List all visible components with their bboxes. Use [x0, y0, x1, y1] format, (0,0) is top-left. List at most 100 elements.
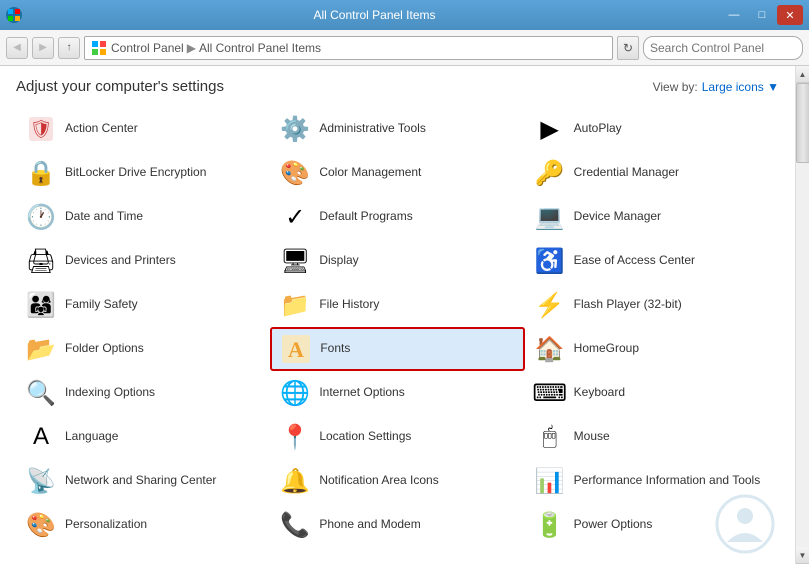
grid-item-devices-printers[interactable]: 🖨 Devices and Printers — [16, 239, 270, 283]
grid-item-folder-options[interactable]: 📂 Folder Options — [16, 327, 270, 371]
forward-button[interactable]: ▶ — [32, 37, 54, 59]
grid-item-action-center[interactable]: 🛡Action Center — [16, 107, 270, 151]
folder-options-label: Folder Options — [65, 341, 144, 357]
folder-options-icon: 📂 — [25, 333, 57, 365]
address-bar: ◀ ▶ ↑ Control Panel ▶ All Control Panel … — [0, 30, 809, 66]
credential-manager-label: Credential Manager — [574, 165, 679, 181]
scrollbar: ▲ ▼ — [795, 66, 809, 564]
bitlocker-icon: 🔒 — [25, 157, 57, 189]
performance-label: Performance Information and Tools — [574, 473, 761, 489]
date-time-icon: 🕐 — [25, 201, 57, 233]
title-bar: All Control Panel Items — □ ✕ — [0, 0, 809, 30]
fonts-icon: A — [280, 333, 312, 365]
notification-icons-label: Notification Area Icons — [319, 473, 438, 489]
location-settings-icon: 📍 — [279, 421, 311, 453]
grid-item-personalization[interactable]: 🎨Personalization — [16, 503, 270, 547]
grid-item-network-sharing[interactable]: 📡Network and Sharing Center — [16, 459, 270, 503]
address-path[interactable]: Control Panel ▶ All Control Panel Items — [84, 36, 613, 60]
keyboard-icon: ⌨ — [534, 377, 566, 409]
grid-item-device-manager[interactable]: 💻 Device Manager — [525, 195, 779, 239]
up-button[interactable]: ↑ — [58, 37, 80, 59]
refresh-button[interactable]: ↻ — [617, 36, 639, 60]
scroll-thumb[interactable] — [796, 83, 809, 163]
phone-modem-label: Phone and Modem — [319, 517, 420, 533]
credential-manager-icon: 🔑 — [534, 157, 566, 189]
grid-item-color-management[interactable]: 🎨Color Management — [270, 151, 524, 195]
phone-modem-icon: 📞 — [279, 509, 311, 541]
view-by-value[interactable]: Large icons ▼ — [702, 80, 779, 94]
grid-item-programs-features[interactable]: 📦Programs and Features — [16, 547, 270, 551]
scroll-up-button[interactable]: ▲ — [796, 66, 809, 83]
minimize-button[interactable]: — — [721, 5, 747, 25]
network-sharing-label: Network and Sharing Center — [65, 473, 216, 489]
grid-item-homegroup[interactable]: 🏠HomeGroup — [525, 327, 779, 371]
grid-item-indexing-options[interactable]: 🔍Indexing Options — [16, 371, 270, 415]
grid-item-administrative-tools[interactable]: ⚙️ Administrative Tools — [270, 107, 524, 151]
mouse-label: Mouse — [574, 429, 610, 445]
search-box[interactable]: 🔍 — [643, 36, 803, 60]
scroll-track[interactable] — [796, 83, 809, 547]
window-title: All Control Panel Items — [28, 8, 721, 22]
grid-item-autoplay[interactable]: ▶ AutoPlay — [525, 107, 779, 151]
grid-item-internet-options[interactable]: 🌐 Internet Options — [270, 371, 524, 415]
power-options-icon: 🔋 — [534, 509, 566, 541]
grid-item-flash-player[interactable]: ⚡Flash Player (32-bit) — [525, 283, 779, 327]
grid-item-phone-modem[interactable]: 📞 Phone and Modem — [270, 503, 524, 547]
view-by-control: View by: Large icons ▼ — [653, 80, 779, 94]
language-label: Language — [65, 429, 118, 445]
bitlocker-label: BitLocker Drive Encryption — [65, 165, 206, 181]
display-label: Display — [319, 253, 358, 269]
ease-access-label: Ease of Access Center — [574, 253, 695, 269]
administrative-tools-icon: ⚙️ — [279, 113, 311, 145]
administrative-tools-label: Administrative Tools — [319, 121, 426, 137]
grid-item-fonts[interactable]: A Fonts — [270, 327, 524, 371]
path-current: All Control Panel Items — [199, 41, 321, 55]
grid-item-ease-access[interactable]: ♿Ease of Access Center — [525, 239, 779, 283]
grid-item-language[interactable]: ALanguage — [16, 415, 270, 459]
scroll-down-button[interactable]: ▼ — [796, 547, 809, 564]
action-center-icon: 🛡 — [25, 113, 57, 145]
devices-printers-label: Devices and Printers — [65, 253, 176, 269]
close-button[interactable]: ✕ — [777, 5, 803, 25]
grid-item-date-time[interactable]: 🕐Date and Time — [16, 195, 270, 239]
grid-item-credential-manager[interactable]: 🔑 Credential Manager — [525, 151, 779, 195]
homegroup-label: HomeGroup — [574, 341, 639, 357]
devices-printers-icon: 🖨 — [25, 245, 57, 277]
performance-icon: 📊 — [534, 465, 566, 497]
grid-item-bitlocker[interactable]: 🔒 BitLocker Drive Encryption — [16, 151, 270, 195]
view-by-label: View by: — [653, 80, 698, 94]
internet-options-label: Internet Options — [319, 385, 404, 401]
grid-item-family-safety[interactable]: 👨‍👩‍👧Family Safety — [16, 283, 270, 327]
color-management-icon: 🎨 — [279, 157, 311, 189]
back-button[interactable]: ◀ — [6, 37, 28, 59]
window-controls: — □ ✕ — [721, 5, 803, 25]
notification-icons-icon: 🔔 — [279, 465, 311, 497]
maximize-button[interactable]: □ — [749, 5, 775, 25]
location-settings-label: Location Settings — [319, 429, 411, 445]
grid-item-mouse[interactable]: 🖱 Mouse — [525, 415, 779, 459]
internet-options-icon: 🌐 — [279, 377, 311, 409]
grid-item-display[interactable]: 🖥 Display — [270, 239, 524, 283]
flash-player-label: Flash Player (32-bit) — [574, 297, 682, 313]
grid-item-keyboard[interactable]: ⌨Keyboard — [525, 371, 779, 415]
page-heading: Adjust your computer's settings — [16, 78, 224, 95]
grid-item-file-history[interactable]: 📁File History — [270, 283, 524, 327]
watermark — [715, 494, 775, 554]
device-manager-label: Device Manager — [574, 209, 661, 225]
svg-text:A: A — [288, 337, 304, 362]
display-icon: 🖥 — [279, 245, 311, 277]
device-manager-icon: 💻 — [534, 201, 566, 233]
content-panel: Adjust your computer's settings View by:… — [0, 66, 795, 564]
grid-item-recovery[interactable]: 🔄Recovery — [270, 547, 524, 551]
mouse-icon: 🖱 — [534, 421, 566, 453]
file-history-label: File History — [319, 297, 379, 313]
power-options-label: Power Options — [574, 517, 653, 533]
search-input[interactable] — [650, 41, 805, 55]
grid-item-notification-icons[interactable]: 🔔 Notification Area Icons — [270, 459, 524, 503]
default-programs-icon: ✓ — [279, 201, 311, 233]
grid-item-default-programs[interactable]: ✓Default Programs — [270, 195, 524, 239]
autoplay-icon: ▶ — [534, 113, 566, 145]
autoplay-label: AutoPlay — [574, 121, 622, 137]
grid-item-location-settings[interactable]: 📍 Location Settings — [270, 415, 524, 459]
family-safety-label: Family Safety — [65, 297, 138, 313]
